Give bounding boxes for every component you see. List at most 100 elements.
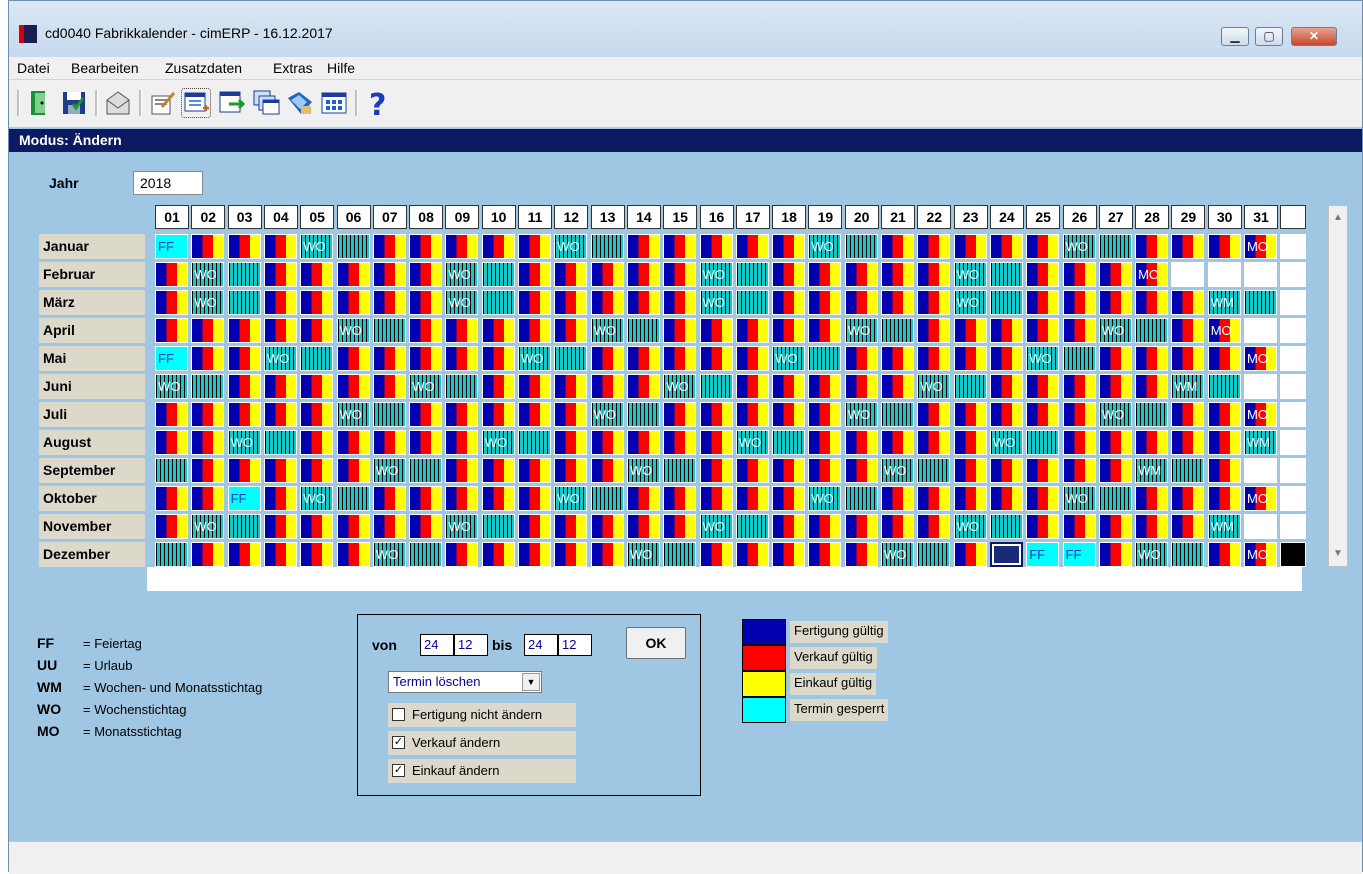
calendar-day-cell[interactable]	[1135, 402, 1169, 427]
calendar-day-cell[interactable]	[409, 458, 443, 483]
calendar-day-cell[interactable]: WO	[372, 542, 406, 567]
calendar-day-cell[interactable]: WO	[445, 514, 479, 539]
calendar-day-cell[interactable]	[263, 430, 297, 455]
calendar-day-cell[interactable]	[1098, 374, 1132, 399]
calendar-day-cell[interactable]	[191, 374, 225, 399]
calendar-day-cell[interactable]	[772, 402, 806, 427]
calendar-day-cell[interactable]	[590, 514, 624, 539]
calendar-day-cell[interactable]	[1062, 458, 1096, 483]
calendar-day-cell[interactable]	[881, 346, 914, 371]
calendar-day-cell[interactable]	[372, 290, 406, 315]
calendar-day-cell[interactable]	[808, 458, 842, 483]
calendar-day-cell[interactable]: WM	[1135, 458, 1169, 483]
calendar-day-cell[interactable]: WO	[663, 374, 697, 399]
calendar-day-cell[interactable]: WO	[554, 234, 588, 259]
calendar-day-cell[interactable]	[663, 318, 697, 343]
calendar-day-cell[interactable]: WO	[554, 486, 588, 511]
calendar-day-cell[interactable]	[1171, 514, 1205, 539]
calendar-day-cell[interactable]	[1062, 346, 1096, 371]
calendar-day-cell[interactable]	[518, 290, 551, 315]
calendar-day-cell[interactable]: MO	[1244, 402, 1277, 427]
calendar-day-cell[interactable]: MO	[1244, 486, 1277, 511]
edit-icon[interactable]	[147, 88, 177, 118]
calendar-day-cell[interactable]	[481, 234, 515, 259]
calendar-day-cell[interactable]	[663, 346, 697, 371]
calendar-day-cell[interactable]	[844, 374, 878, 399]
calendar-day-cell[interactable]: MO	[1135, 262, 1169, 287]
calendar-day-cell[interactable]	[663, 402, 697, 427]
calendar-day-cell[interactable]	[481, 486, 515, 511]
calendar-day-cell[interactable]	[1026, 262, 1060, 287]
check-verkauf-row[interactable]: ✓ Verkauf ändern	[388, 731, 576, 755]
calendar-day-cell[interactable]	[1026, 318, 1060, 343]
calendar-day-cell[interactable]	[808, 402, 842, 427]
calendar-day-cell[interactable]	[808, 290, 842, 315]
calendar-day-cell[interactable]	[1135, 430, 1169, 455]
calendar-day-cell[interactable]: WO	[735, 430, 769, 455]
calendar-day-cell[interactable]	[1062, 514, 1096, 539]
calendar-day-cell[interactable]: WO	[1062, 486, 1096, 511]
calendar-day-cell[interactable]: FF	[155, 234, 188, 259]
calendar-day-cell[interactable]: WO	[191, 514, 225, 539]
calendar-day-cell[interactable]	[191, 234, 225, 259]
calendar-day-cell[interactable]: MO	[1244, 542, 1277, 567]
calendar-day-cell[interactable]	[1062, 262, 1096, 287]
calendar-day-cell[interactable]	[155, 486, 188, 511]
calendar-day-cell[interactable]	[735, 318, 769, 343]
calendar-day-cell[interactable]	[735, 514, 769, 539]
calendar-day-cell[interactable]	[663, 514, 697, 539]
calendar-day-cell[interactable]	[1062, 374, 1096, 399]
calendar-day-cell[interactable]	[663, 486, 697, 511]
calendar-day-cell[interactable]	[989, 290, 1023, 315]
calendar-day-cell[interactable]	[554, 458, 588, 483]
calendar-day-cell[interactable]	[518, 514, 551, 539]
bis-month-input[interactable]: 12	[558, 634, 592, 656]
calendar-day-cell[interactable]: WO	[590, 402, 624, 427]
calendar-day-cell[interactable]	[917, 318, 951, 343]
calendar-day-cell[interactable]	[409, 542, 443, 567]
calendar-day-cell[interactable]	[1207, 458, 1241, 483]
calendar-day-cell[interactable]	[844, 430, 878, 455]
calendar-day-cell[interactable]: WO	[1098, 318, 1132, 343]
calendar-day-cell[interactable]	[1135, 514, 1169, 539]
calendar-day-cell[interactable]	[300, 542, 334, 567]
calendar-day-cell[interactable]	[1171, 346, 1205, 371]
calendar-day-cell[interactable]	[227, 458, 261, 483]
calendar-day-cell[interactable]: WO	[1135, 542, 1169, 567]
minimize-button[interactable]: ▁	[1221, 27, 1249, 46]
calendar-day-cell[interactable]	[772, 290, 806, 315]
calendar-day-cell[interactable]	[626, 430, 660, 455]
calendar-day-cell[interactable]	[445, 458, 479, 483]
calendar-day-cell[interactable]	[590, 430, 624, 455]
calendar-day-cell[interactable]	[1207, 234, 1241, 259]
calendar-day-cell[interactable]	[626, 514, 660, 539]
menu-zusatzdaten[interactable]: Zusatzdaten	[165, 60, 242, 76]
calendar-day-cell[interactable]	[300, 290, 334, 315]
calendar-day-cell[interactable]	[191, 346, 225, 371]
ok-button[interactable]: OK	[626, 627, 686, 659]
calendar-day-cell[interactable]	[808, 346, 842, 371]
verkauf-checkbox[interactable]: ✓	[392, 736, 405, 749]
calendar-day-cell[interactable]	[953, 542, 987, 567]
calendar-day-cell[interactable]	[1098, 234, 1132, 259]
calendar-day-cell[interactable]: WO	[844, 318, 878, 343]
calendar-day-cell[interactable]: FF	[1026, 542, 1060, 567]
calendar-day-cell[interactable]: WO	[989, 430, 1023, 455]
calendar-day-cell[interactable]: WM	[1207, 290, 1241, 315]
calendar-day-cell[interactable]	[699, 374, 733, 399]
calendar-day-cell[interactable]: FF	[1062, 542, 1096, 567]
calendar-day-cell[interactable]	[808, 542, 842, 567]
calendar-day-cell[interactable]	[518, 234, 551, 259]
close-button[interactable]: ✕	[1291, 27, 1337, 46]
calendar-day-cell[interactable]	[917, 346, 951, 371]
calendar-day-cell[interactable]	[263, 318, 297, 343]
einkauf-checkbox[interactable]: ✓	[392, 764, 405, 777]
calendar-day-cell[interactable]: WO	[699, 262, 733, 287]
calendar-day-cell[interactable]	[989, 346, 1023, 371]
calendar-day-cell[interactable]: WO	[1026, 346, 1060, 371]
calendar-day-cell[interactable]	[772, 542, 806, 567]
calendar-day-cell[interactable]	[735, 402, 769, 427]
calendar-day-cell[interactable]	[699, 430, 733, 455]
calendar-day-cell[interactable]	[300, 318, 334, 343]
calendar-day-cell[interactable]	[1026, 234, 1060, 259]
